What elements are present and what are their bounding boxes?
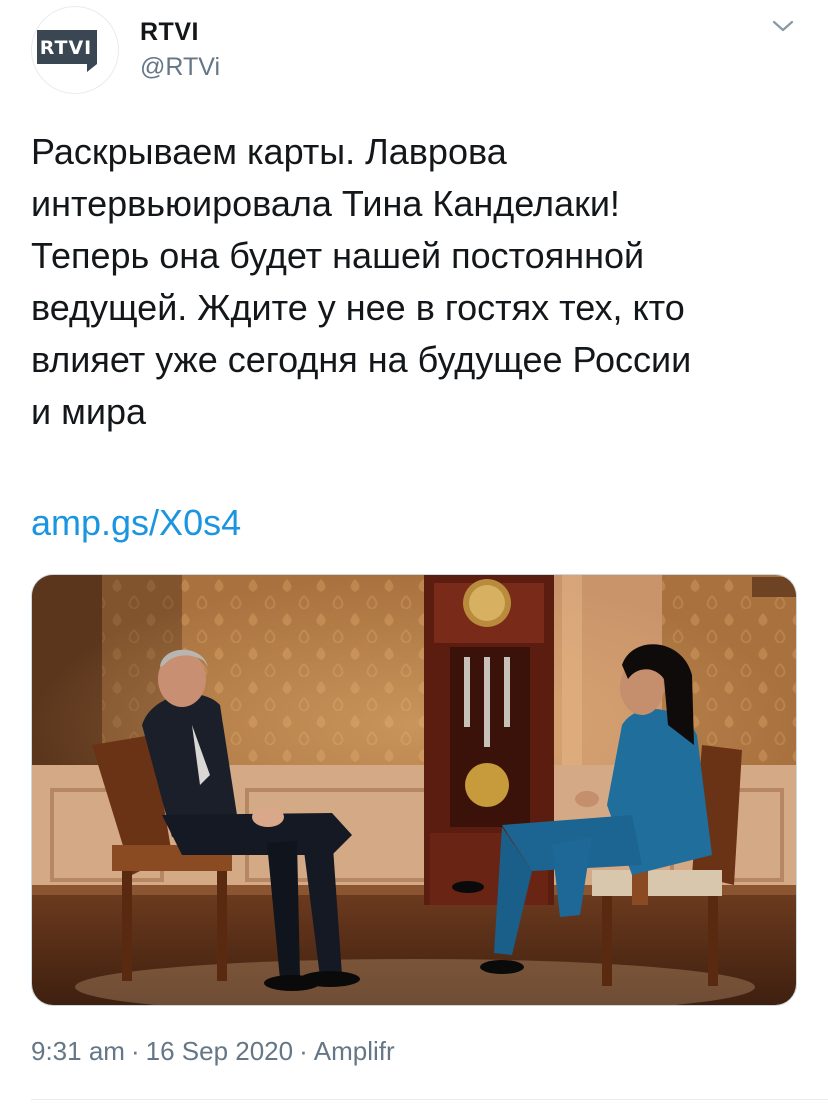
tweet-source[interactable]: Amplifr [314,1036,395,1066]
avatar[interactable]: RTVI [31,6,119,94]
tweet-text-line: интервьюировала Тина Канделаки! [31,183,620,224]
tweet-text-line: и мира [31,391,147,432]
tweet-link[interactable]: amp.gs/X0s4 [31,502,241,544]
user-handle[interactable]: @RTVi [140,53,220,82]
tweet-text-line: Раскрываем карты. Лаврова [31,131,507,172]
avatar-logo-text: RTVI [39,37,93,59]
chevron-down-icon[interactable] [770,16,796,36]
tweet-text-line: влияет уже сегодня на будущее России [31,339,692,380]
meta-separator: · [130,1036,140,1066]
tweet-text-line: ведущей. Ждите у нее в гостях тех, кто [31,287,685,328]
tweet-media-image[interactable] [31,574,797,1006]
meta-separator: · [299,1036,308,1066]
display-name[interactable]: RTVI [140,18,199,47]
tweet-text: Раскрываем карты. Лаврова интервьюировал… [31,126,811,438]
divider [31,1099,828,1100]
rtvi-logo: RTVI [35,28,115,72]
tweet-text-line: Теперь она будет нашей постоянной [31,235,645,276]
tweet-time[interactable]: 9:31 am [31,1036,125,1066]
tweet-date[interactable]: 16 Sep 2020 [146,1036,293,1066]
tweet-meta: 9:31 am · 16 Sep 2020 · Amplifr [31,1036,395,1067]
